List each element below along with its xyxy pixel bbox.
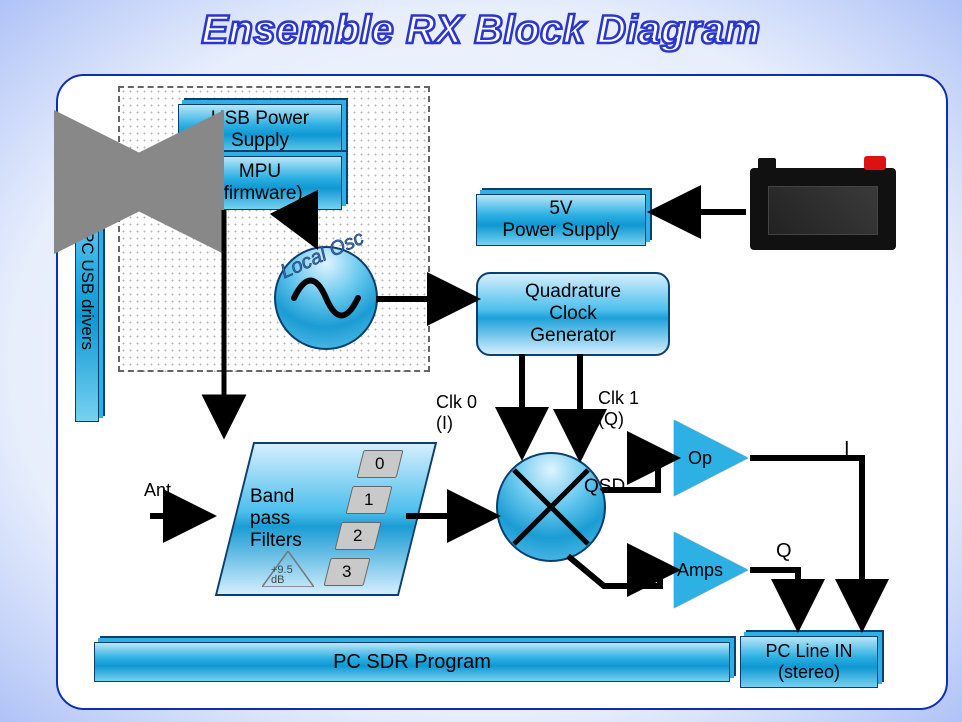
- pc-sdr-program-block: PC SDR Program: [94, 642, 730, 682]
- opamp-upper: Op: [674, 420, 748, 496]
- antenna-label: Ant: [144, 480, 171, 501]
- battery-icon: [750, 168, 896, 250]
- battery-sticker: [768, 186, 879, 235]
- bpf-tab-1: 1: [346, 486, 393, 514]
- mpu-label: MPU (firmware): [217, 161, 303, 205]
- bpf-gain-label: +9.5 dB: [271, 565, 293, 586]
- bpf-tab-0: 0: [357, 450, 404, 478]
- quadrature-clock-block: Quadrature Clock Generator: [476, 272, 670, 356]
- mixer-x-icon: [498, 454, 604, 560]
- amps-label: Amps: [677, 560, 723, 581]
- pc-usb-drivers-block: PC USB drivers: [75, 160, 99, 422]
- mpu-block: MPU (firmware): [178, 156, 342, 210]
- qsd-block: [496, 452, 606, 562]
- clk1-label: Clk 1 (Q): [598, 388, 639, 430]
- pc-usb-drivers-label: PC USB drivers: [77, 231, 97, 350]
- diagram-title: Ensemble RX Block Diagram: [0, 8, 962, 53]
- bandpass-filters-label: Band pass Filters: [236, 480, 302, 558]
- diagram-panel: PC USB drivers USB USB Power Supply MPU …: [56, 74, 948, 710]
- five-volt-psu-label: 5V Power Supply: [502, 198, 619, 242]
- op-label: Op: [688, 448, 712, 469]
- usb-power-supply-block: USB Power Supply: [178, 104, 342, 156]
- usb-link-label: USB: [116, 172, 161, 198]
- opamp-lower: Amps: [674, 532, 748, 608]
- sine-wave-icon: [291, 273, 361, 323]
- usb-power-supply-label: USB Power Supply: [211, 108, 309, 152]
- clk0-label: Clk 0 (I): [436, 392, 477, 434]
- five-volt-psu-block: 5V Power Supply: [476, 194, 646, 246]
- pc-line-in-block: PC Line IN (stereo): [740, 636, 878, 688]
- q-signal-label: Q: [776, 540, 792, 563]
- pc-line-in-label: PC Line IN (stereo): [765, 641, 852, 682]
- i-signal-label: I: [844, 438, 850, 461]
- qsd-label: QSD: [584, 476, 625, 498]
- bpf-tab-2: 2: [335, 522, 382, 550]
- bpf-tab-3: 3: [324, 558, 371, 586]
- bpf-gain-triangle: +9.5 dB: [262, 551, 314, 587]
- quadrature-clock-label: Quadrature Clock Generator: [525, 281, 621, 347]
- pc-sdr-program-label: PC SDR Program: [333, 651, 491, 674]
